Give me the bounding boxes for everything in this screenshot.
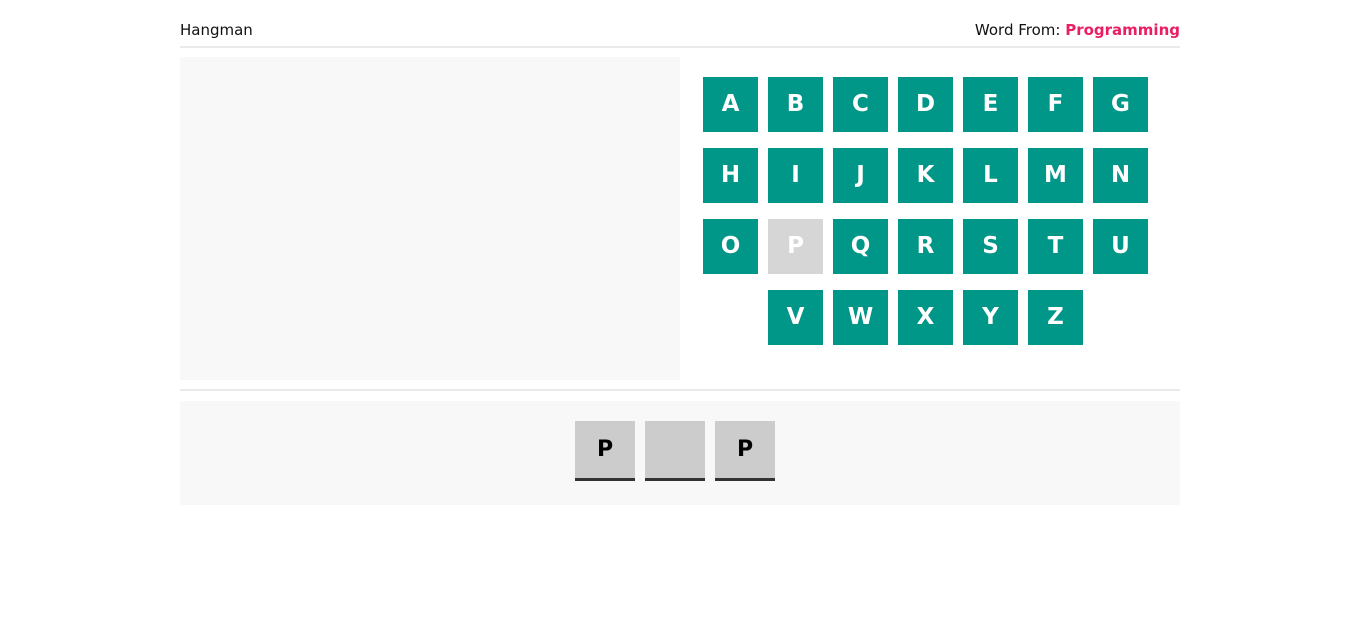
letter-key-l[interactable]: L: [963, 148, 1018, 203]
letter-key-r[interactable]: R: [898, 219, 953, 274]
letter-key-o[interactable]: O: [703, 219, 758, 274]
keyboard-row: HIJKLMN: [703, 148, 1148, 203]
page-title: Hangman: [180, 21, 253, 39]
keyboard-row: VWXYZ: [703, 290, 1148, 345]
letter-key-x[interactable]: X: [898, 290, 953, 345]
letter-key-y[interactable]: Y: [963, 290, 1018, 345]
letter-slot: P: [715, 421, 775, 481]
game-container: Hangman Word From: Programming ABCDEFG HI…: [180, 0, 1180, 505]
category-name: Programming: [1065, 21, 1180, 39]
letter-key-b[interactable]: B: [768, 77, 823, 132]
letter-key-n[interactable]: N: [1093, 148, 1148, 203]
letter-keyboard: ABCDEFG HIJKLMN OPQRSTU VWXYZ: [703, 77, 1148, 361]
section-divider: [180, 389, 1180, 391]
letter-key-z[interactable]: Z: [1028, 290, 1083, 345]
letter-key-g[interactable]: G: [1093, 77, 1148, 132]
hangman-drawing-area: [180, 57, 680, 380]
letter-key-m[interactable]: M: [1028, 148, 1083, 203]
letter-key-i[interactable]: I: [768, 148, 823, 203]
letter-key-s[interactable]: S: [963, 219, 1018, 274]
letter-key-f[interactable]: F: [1028, 77, 1083, 132]
letter-slot: P: [575, 421, 635, 481]
letter-key-a[interactable]: A: [703, 77, 758, 132]
letter-key-u[interactable]: U: [1093, 219, 1148, 274]
letter-key-d[interactable]: D: [898, 77, 953, 132]
letter-key-t[interactable]: T: [1028, 219, 1083, 274]
letter-key-q[interactable]: Q: [833, 219, 888, 274]
word-display: PP: [180, 401, 1180, 505]
letter-key-h[interactable]: H: [703, 148, 758, 203]
letter-key-c[interactable]: C: [833, 77, 888, 132]
letter-key-p: P: [768, 219, 823, 274]
letter-slot: [645, 421, 705, 481]
letter-key-w[interactable]: W: [833, 290, 888, 345]
category-label: Word From:: [974, 21, 1066, 39]
letter-key-v[interactable]: V: [768, 290, 823, 345]
header: Hangman Word From: Programming: [180, 0, 1180, 48]
letter-key-j[interactable]: J: [833, 148, 888, 203]
letter-key-e[interactable]: E: [963, 77, 1018, 132]
letter-key-k[interactable]: K: [898, 148, 953, 203]
category-info: Word From: Programming: [975, 21, 1180, 39]
keyboard-row: OPQRSTU: [703, 219, 1148, 274]
keyboard-row: ABCDEFG: [703, 77, 1148, 132]
